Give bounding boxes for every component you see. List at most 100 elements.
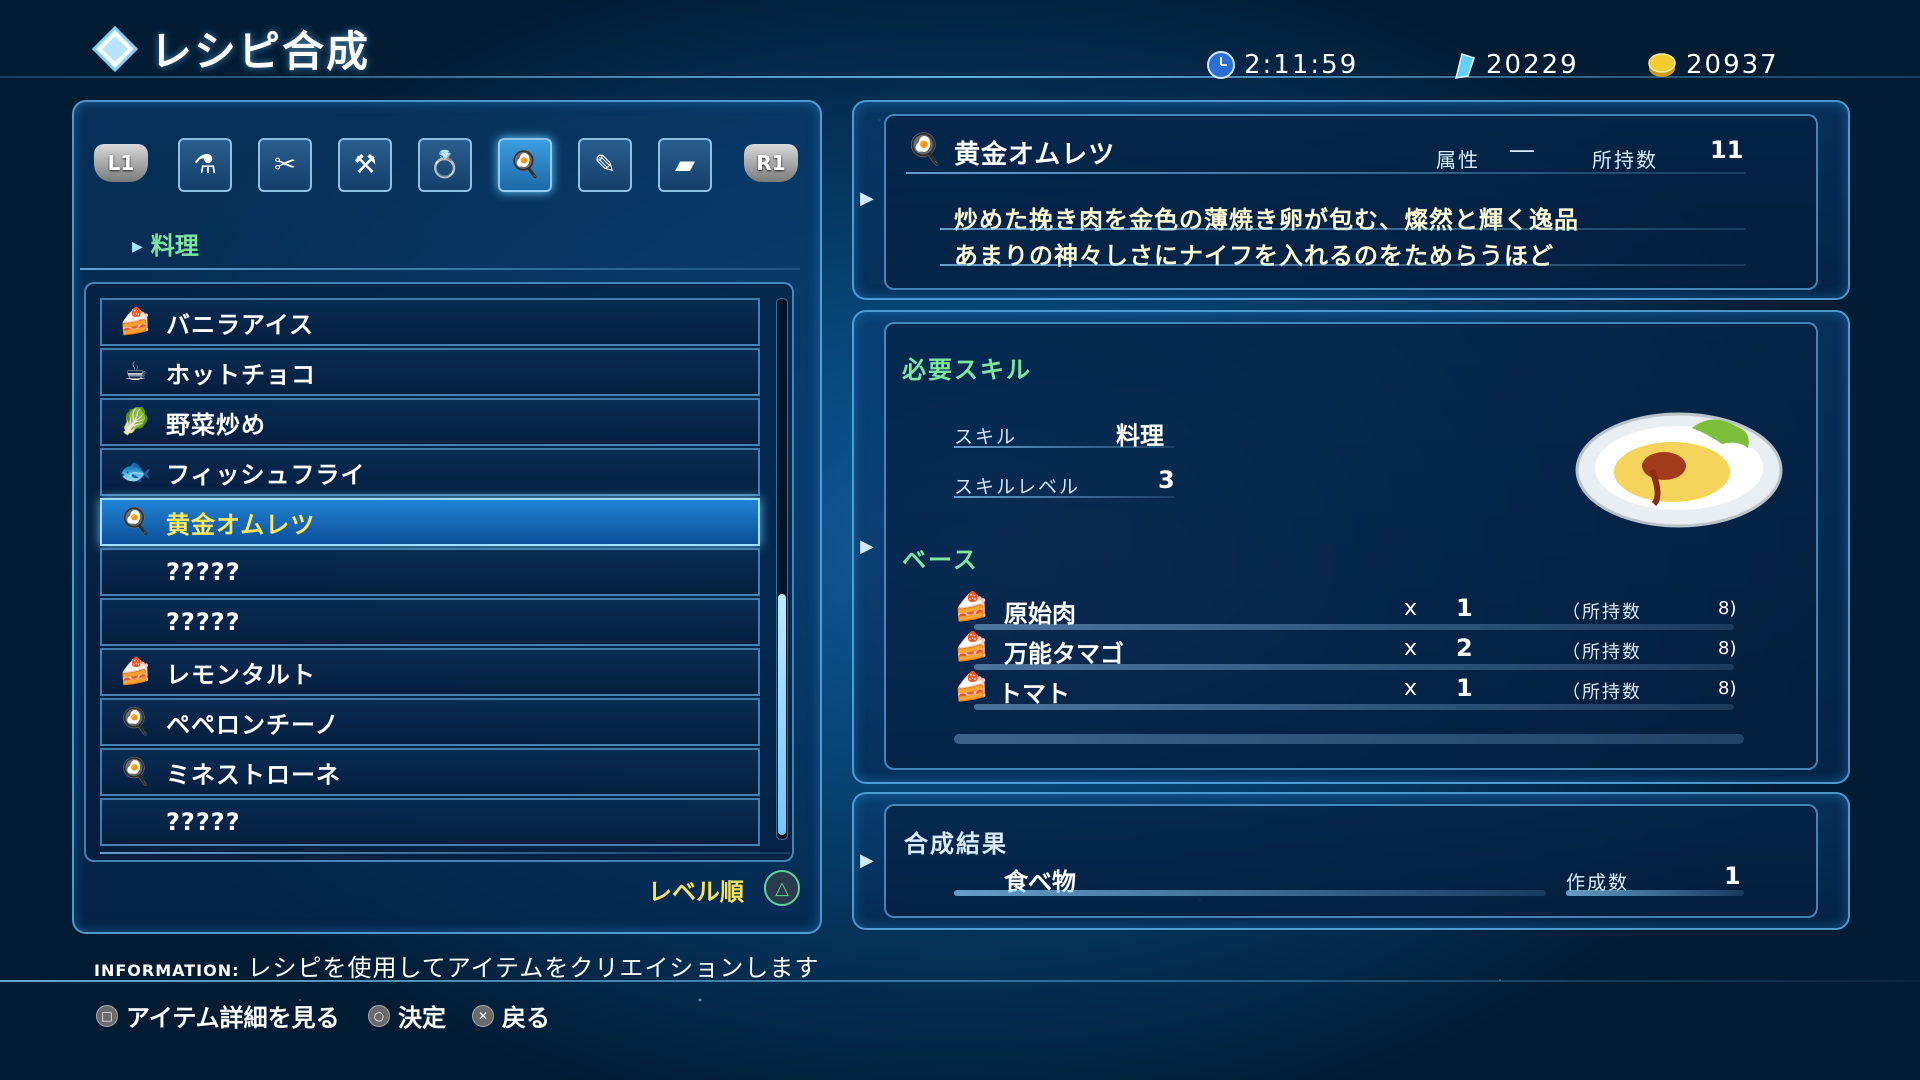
owned-prefix: （所持数 [1562, 682, 1642, 703]
tab-accessory[interactable]: 💍 [418, 138, 472, 192]
material-bar [974, 704, 1734, 710]
recipe-item[interactable]: 🐟 フィッシュフライ [100, 448, 760, 496]
hammer-icon: ⚒ [353, 150, 377, 180]
tools-icon: ✂ [274, 150, 296, 180]
material-row: 🍰 原始肉 x 1 （所持数 8) [954, 590, 1744, 630]
item-name-divider [906, 172, 1746, 174]
result-frame [884, 804, 1818, 918]
footer-divider [0, 980, 1920, 982]
omelet-icon: 🍳 [119, 507, 153, 537]
r1-button[interactable]: R1 [744, 144, 798, 182]
skill-level-divider [954, 496, 1174, 498]
attribute-value: ― [1510, 136, 1536, 164]
material-bar [974, 624, 1734, 630]
help-details[interactable]: □ アイテム詳細を見る [96, 998, 340, 1033]
recipe-name: 黄金オムレツ [166, 510, 316, 539]
triangle-button-icon[interactable]: △ [764, 870, 800, 906]
tab-tools[interactable]: ✂ [258, 138, 312, 192]
empty-icon-slot [116, 802, 156, 842]
owned-prefix: （所持数 [1562, 602, 1642, 623]
sort-label: レベル順 [648, 878, 744, 906]
cake-icon: 🍰 [119, 657, 153, 687]
circle-button-icon: ○ [368, 1004, 390, 1027]
owned-prefix: （所持数 [1562, 642, 1642, 663]
recipe-item-locked[interactable]: ????? [100, 598, 760, 646]
tab-smithing[interactable]: ⚒ [338, 138, 392, 192]
material-qty: 2 [1456, 634, 1473, 662]
recipe-name: ????? [166, 608, 241, 636]
empty-icon-slot [116, 602, 156, 642]
omelet-dish-image [1575, 412, 1783, 528]
potion-icon: ⚗ [193, 150, 217, 180]
recipe-item[interactable]: 🍳 ペペロンチーノ [100, 698, 760, 746]
recipe-item[interactable]: 🥬 野菜炒め [100, 398, 760, 446]
required-skill-heading: 必要スキル [902, 356, 1032, 384]
help-confirm[interactable]: ○ 決定 [368, 998, 446, 1033]
title-diamond-icon [92, 26, 138, 72]
owned-value: 11 [1710, 136, 1744, 164]
skill-label: スキル [954, 426, 1018, 448]
tab-cooking[interactable]: 🍳 [498, 138, 552, 192]
material-qty: 1 [1456, 674, 1473, 702]
category-tabs: L1 ⚗ ✂ ⚒ 💍 🍳 ✎ ▰ R1 [94, 138, 806, 196]
desc-divider-1 [940, 228, 1746, 230]
information-bar: INFORMATION: レシピを使用してアイテムをクリエイションします [94, 948, 819, 983]
omelet-icon: 🍳 [906, 132, 944, 167]
tomato-icon: 🍰 [954, 670, 989, 703]
recipe-item-selected[interactable]: 🍳 黄金オムレツ [100, 498, 760, 546]
material-owned: 8) [1718, 638, 1737, 659]
material-qty: 1 [1456, 594, 1473, 622]
recipe-scrollbar[interactable] [776, 298, 788, 840]
create-count-bar [1566, 890, 1744, 896]
category-label: 料理 [132, 226, 199, 261]
cooking-icon: 🍳 [508, 150, 542, 180]
recipe-name: ミネストローネ [166, 760, 341, 789]
recipe-name: レモンタルト [166, 660, 316, 689]
recipe-item[interactable]: 🍳 ミネストローネ [100, 748, 760, 796]
crystal-value: 20229 [1486, 50, 1579, 80]
coin-icon [1648, 53, 1676, 77]
recipe-item[interactable]: 🍰 レモンタルト [100, 648, 760, 696]
recipe-name: 野菜炒め [166, 410, 266, 439]
recipe-item[interactable]: 🍰 バニラアイス [100, 298, 760, 346]
empty-material-slot [954, 734, 1744, 744]
meat-icon: 🍰 [954, 590, 989, 623]
information-label: INFORMATION: [94, 961, 240, 980]
crystal-icon [1454, 53, 1475, 79]
help-confirm-label: 決定 [398, 1004, 446, 1032]
cup-icon: ☕ [123, 357, 149, 387]
scrollbar-thumb[interactable] [778, 594, 786, 835]
owned-label: 所持数 [1592, 148, 1658, 172]
recipe-item-locked[interactable]: ????? [100, 548, 760, 596]
item-name: 黄金オムレツ [954, 140, 1116, 170]
recipe-name: バニラアイス [166, 310, 315, 339]
omelet-icon: 🍳 [119, 757, 153, 787]
page-title: レシピ合成 [150, 27, 371, 76]
side-arrow-icon: ▶ [860, 188, 874, 209]
clock-icon [1207, 51, 1235, 79]
result-type-bar [954, 890, 1546, 896]
material-row: 🍰 トマト x 1 （所持数 8) [954, 670, 1744, 710]
times-sign: x [1404, 596, 1418, 621]
material-row: 🍰 万能タマゴ x 2 （所持数 8) [954, 630, 1744, 670]
tab-alchemy[interactable]: ▰ [658, 138, 712, 192]
l1-button[interactable]: L1 [94, 144, 148, 182]
tab-potion[interactable]: ⚗ [178, 138, 232, 192]
crystal-count: 20229 [1448, 50, 1579, 80]
money-count: 20937 [1646, 50, 1779, 80]
recipe-item[interactable]: ☕ ホットチョコ [100, 348, 760, 396]
help-details-label: アイテム詳細を見る [126, 1004, 340, 1032]
base-heading: ベース [902, 546, 979, 574]
information-text: レシピを使用してアイテムをクリエイションします [247, 954, 820, 982]
help-back[interactable]: ✕ 戻る [472, 998, 550, 1033]
cake-icon: 🍰 [119, 307, 153, 337]
side-arrow-icon: ▶ [860, 850, 874, 871]
recipe-item-locked[interactable]: ????? [100, 798, 760, 846]
list-bottom-divider [100, 852, 790, 854]
result-heading: 合成結果 [904, 830, 1008, 858]
material-owned: 8) [1718, 598, 1737, 619]
skill-divider [954, 446, 1174, 448]
material-owned: 8) [1718, 678, 1737, 699]
tab-writing[interactable]: ✎ [578, 138, 632, 192]
cross-button-icon: ✕ [472, 1004, 494, 1027]
